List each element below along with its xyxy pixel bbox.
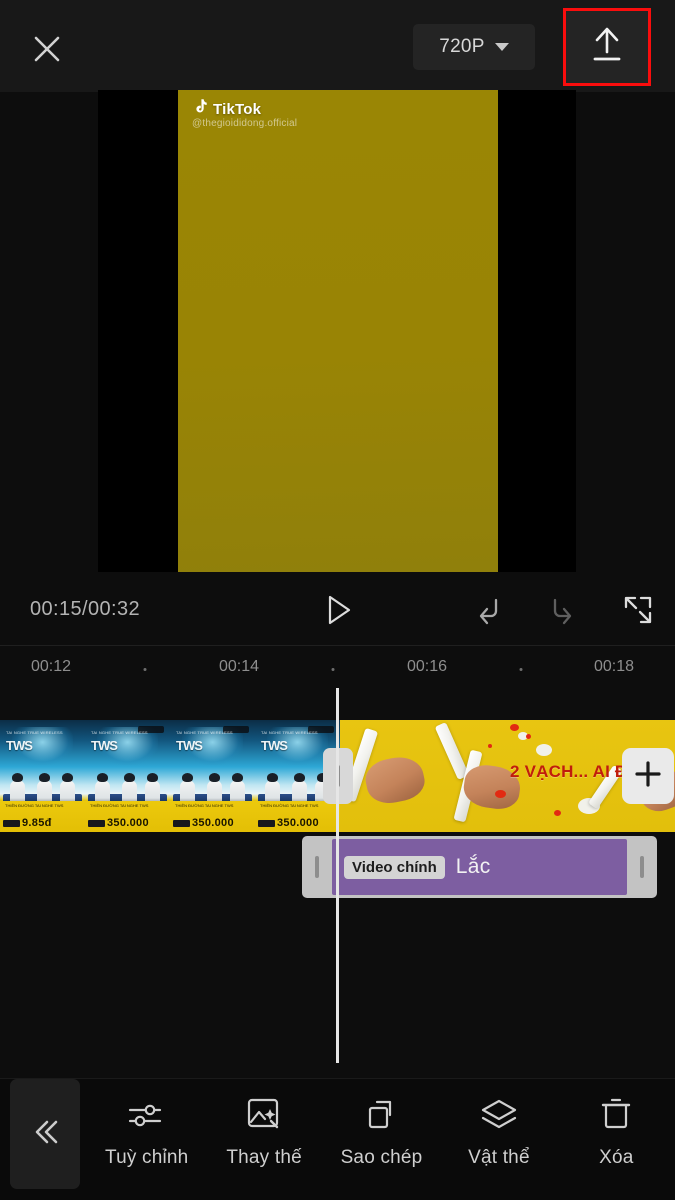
fullscreen-button[interactable]	[618, 592, 658, 632]
clip-blob	[536, 744, 552, 756]
thumb-price: 350.000	[107, 817, 149, 829]
tiktok-brand-label: TikTok	[213, 100, 262, 118]
thumb-price: 350.000	[277, 817, 319, 829]
tool-vat-the[interactable]: Vật thể	[440, 1079, 557, 1169]
clip-splat	[488, 744, 492, 748]
resolution-label: 720P	[439, 36, 485, 57]
tool-xoa[interactable]: Xóa	[558, 1079, 675, 1169]
chevron-down-icon	[494, 43, 509, 51]
tool-list: Tuỳ chỉnh Thay thế Sao chép Vật thể Xóa	[88, 1079, 675, 1189]
thumb-subtext: THIÊN ĐƯỜNG TAI NGHE TWS	[260, 802, 319, 808]
video-preview[interactable]: TikTok @thegioididong.official	[98, 90, 576, 572]
redo-button[interactable]	[543, 592, 583, 632]
overlay-clip-body[interactable]: Video chính Lắc	[332, 839, 627, 895]
undo-button[interactable]	[468, 592, 508, 632]
thumb-brand: TWS	[6, 738, 33, 753]
thumb-price-band: THIÊN ĐƯỜNG TAI NGHE TWS 350.000	[255, 800, 340, 832]
trash-icon	[594, 1095, 638, 1135]
thumb-headline: TAI NGHE TRUE WIRELESS	[261, 730, 318, 735]
thumb-price-band: THIÊN ĐƯỜNG TAI NGHE TWS 350.000	[85, 800, 170, 832]
overlay-trim-handle-right[interactable]	[627, 836, 657, 898]
ruler-dot	[331, 668, 335, 671]
tool-label: Xóa	[599, 1147, 634, 1168]
play-button[interactable]	[318, 592, 358, 632]
clip-splat	[510, 724, 519, 731]
resolution-selector[interactable]: 720P	[413, 24, 535, 70]
ruler-dot	[519, 668, 523, 671]
undo-icon	[471, 594, 505, 631]
thumb-price: 350.000	[192, 817, 234, 829]
clip-splat	[495, 790, 506, 798]
tiktok-handle-label: @thegioididong.official	[192, 118, 298, 129]
close-button[interactable]	[22, 24, 72, 74]
thumb-headline: TAI NGHE TRUE WIRELESS	[176, 730, 233, 735]
overlay-trim-handle-left[interactable]	[302, 836, 332, 898]
tool-label: Thay thế	[226, 1147, 302, 1168]
clip-hand	[362, 752, 428, 808]
thumb-headline: TAI NGHE TRUE WIRELESS	[6, 730, 63, 735]
preview-frame: TikTok @thegioididong.official	[178, 90, 498, 572]
timeline[interactable]: TAI NGHE TRUE WIRELESS TWS THIÊN ĐƯỜNG T…	[0, 688, 675, 1063]
chevron-double-left-icon	[25, 1112, 65, 1157]
add-clip-button[interactable]	[622, 748, 674, 804]
clip-splat	[554, 810, 561, 816]
play-icon	[322, 593, 354, 632]
ruler-tick: 00:18	[593, 658, 635, 675]
overlay-clip[interactable]: Video chính Lắc	[302, 836, 657, 898]
thumb-brand: TWS	[176, 738, 203, 753]
clip-thumbnail: TAI NGHE TRUE WIRELESS TWS THIÊN ĐƯỜNG T…	[170, 720, 255, 832]
copy-icon	[360, 1095, 404, 1135]
thumb-subtext: THIÊN ĐƯỜNG TAI NGHE TWS	[5, 802, 64, 808]
clip-strip	[434, 722, 470, 780]
handle-grip	[640, 856, 644, 878]
export-button[interactable]	[563, 8, 651, 86]
thumb-price-band: THIÊN ĐƯỜNG TAI NGHE TWS 350.000	[170, 800, 255, 832]
sliders-icon	[125, 1095, 169, 1135]
time-display: 00:15/00:32	[30, 598, 141, 620]
thumb-price-band: THIÊN ĐƯỜNG TAI NGHE TWS 9.85đ	[0, 800, 85, 832]
ruler-dot	[143, 668, 147, 671]
transport-bar: 00:15/00:32	[0, 578, 675, 642]
overlay-badge: Video chính	[344, 855, 445, 879]
plus-icon	[633, 759, 663, 794]
tool-tuy-chinh[interactable]: Tuỳ chỉnh	[88, 1079, 205, 1169]
tool-thay-the[interactable]: Thay thế	[205, 1079, 322, 1169]
timeline-ruler[interactable]: 00:12 00:14 00:16 00:18	[0, 645, 675, 687]
tiktok-note-icon	[192, 98, 207, 120]
thumb-subtext: THIÊN ĐƯỜNG TAI NGHE TWS	[90, 802, 149, 808]
replace-image-icon	[242, 1095, 286, 1135]
layers-icon	[477, 1095, 521, 1135]
ruler-tick: 00:12	[30, 658, 72, 675]
thumb-headline: TAI NGHE TRUE WIRELESS	[91, 730, 148, 735]
thumb-subtext: THIÊN ĐƯỜNG TAI NGHE TWS	[175, 802, 234, 808]
thumb-brand: TWS	[91, 738, 118, 753]
tool-label: Sao chép	[340, 1147, 423, 1168]
clip-splat	[526, 734, 531, 739]
tiktok-watermark: TikTok	[192, 98, 261, 120]
thumb-brand: TWS	[261, 738, 288, 753]
video-editor-screen: 720P TikTok @thegioididong.official 00:1…	[0, 0, 675, 1200]
top-bar: 720P	[0, 0, 675, 92]
collapse-toolbar-button[interactable]	[10, 1079, 80, 1189]
playhead[interactable]	[336, 688, 339, 1063]
redo-icon	[546, 594, 580, 631]
upload-export-icon	[587, 23, 627, 72]
tool-label: Tuỳ chỉnh	[104, 1147, 189, 1168]
ruler-tick: 00:14	[218, 658, 260, 675]
tool-label: Vật thể	[468, 1147, 530, 1168]
thumb-price: 9.85đ	[22, 817, 52, 829]
tool-sao-chep[interactable]: Sao chép	[323, 1079, 440, 1169]
fullscreen-icon	[622, 594, 654, 631]
overlay-label: Lắc	[455, 855, 491, 878]
video-clip-product-ad[interactable]: TAI NGHE TRUE WIRELESS TWS THIÊN ĐƯỜNG T…	[0, 720, 340, 832]
clip-caption: 2 VẠCH... AI ĐẾ	[510, 762, 639, 781]
clip-thumbnail: TAI NGHE TRUE WIRELESS TWS THIÊN ĐƯỜNG T…	[85, 720, 170, 832]
clip-thumbnail: TAI NGHE TRUE WIRELESS TWS THIÊN ĐƯỜNG T…	[0, 720, 85, 832]
handle-grip	[315, 856, 319, 878]
bottom-toolbar: Tuỳ chỉnh Thay thế Sao chép Vật thể Xóa	[0, 1078, 675, 1200]
ruler-tick: 00:16	[406, 658, 448, 675]
close-icon	[30, 32, 64, 66]
